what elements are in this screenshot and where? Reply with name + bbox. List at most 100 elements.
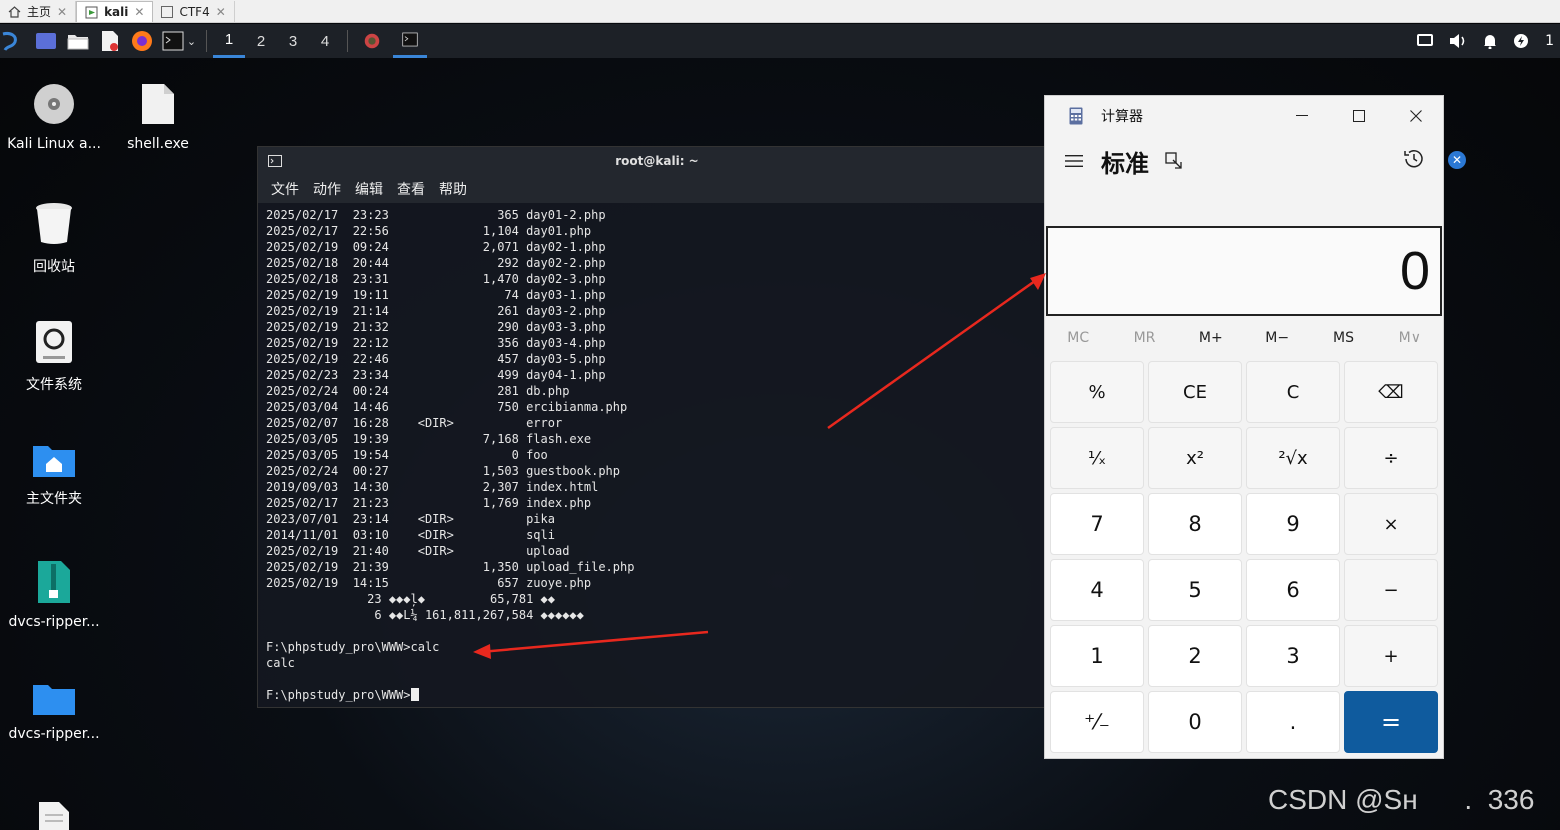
desktop-icon-dvcs-archive[interactable]: dvcs-ripper... [0, 560, 108, 630]
divide-key[interactable]: ÷ [1344, 427, 1438, 489]
clear-entry-key[interactable]: CE [1148, 361, 1242, 423]
memory-button-m2[interactable]: M+ [1178, 322, 1244, 354]
equals-key[interactable]: = [1344, 691, 1438, 753]
menu-edit[interactable]: 编辑 [355, 179, 383, 199]
desktop-icon-home-folder[interactable]: 主文件夹 [0, 442, 108, 508]
desktop-icon-dvcs-folder[interactable]: dvcs-ripper... [0, 682, 108, 742]
digit-6-key[interactable]: 6 [1246, 559, 1340, 621]
firefox-button[interactable] [129, 27, 155, 55]
power-icon[interactable] [1513, 33, 1529, 49]
minimize-icon [1295, 115, 1308, 116]
workspace-2[interactable]: 2 [245, 24, 277, 58]
terminal-title: root@kali: ~ [615, 154, 699, 168]
square-key[interactable]: x² [1148, 427, 1242, 489]
desktop-icon [36, 33, 56, 49]
history-icon[interactable] [1403, 148, 1425, 170]
digit-9-key[interactable]: 9 [1246, 493, 1340, 555]
memory-button-mc0[interactable]: MC [1045, 322, 1111, 354]
workspace-3[interactable]: 3 [277, 24, 309, 58]
maximize-button[interactable] [1330, 96, 1387, 136]
digit-2-key[interactable]: 2 [1148, 625, 1242, 687]
tray-number: 1 [1545, 33, 1554, 49]
calculator-window[interactable]: 计算器 标准 0 MC MR M+ M− MS M∨ % CE C ⌫ ¹⁄ₓ x² ²√x ÷ 7 8 9 ×… [1044, 95, 1444, 759]
hamburger-menu-icon[interactable] [1065, 154, 1083, 168]
terminal-titlebar[interactable]: root@kali: ~ [258, 147, 1056, 175]
desktop-icon-shell-exe[interactable]: shell.exe [104, 82, 212, 152]
terminal-window[interactable]: root@kali: ~ 文件 动作 编辑 查看 帮助 2025/02/17 2… [257, 146, 1057, 708]
subtract-key[interactable]: − [1344, 559, 1438, 621]
chevron-down-icon[interactable]: ⌄ [187, 35, 196, 48]
show-desktop-button[interactable] [33, 27, 59, 55]
firefox-icon [132, 31, 152, 51]
digit-4-key[interactable]: 4 [1050, 559, 1144, 621]
desktop-icon-kali-linux[interactable]: Kali Linux a... [0, 82, 108, 152]
close-icon[interactable]: ✕ [1448, 151, 1466, 169]
close-icon [1409, 110, 1422, 122]
close-icon[interactable]: ✕ [134, 5, 144, 19]
terminal-line: 2025/02/19 21:32 290 day03-3.php [266, 320, 606, 334]
percent-key[interactable]: % [1050, 361, 1144, 423]
digit-5-key[interactable]: 5 [1148, 559, 1242, 621]
close-icon[interactable]: ✕ [57, 5, 67, 19]
workspace-4[interactable]: 4 [309, 24, 341, 58]
taskbar-firefox[interactable] [357, 27, 387, 55]
menu-view[interactable]: 查看 [397, 179, 425, 199]
terminal-line: 2014/11/01 03:10 <DIR> sqli [266, 528, 555, 542]
calculator-titlebar[interactable]: 计算器 [1045, 96, 1443, 136]
kali-menu-button[interactable] [0, 27, 22, 55]
vm-tab-kali[interactable]: kali ✕ [76, 1, 154, 22]
digit-8-key[interactable]: 8 [1148, 493, 1242, 555]
terminal-menubar: 文件 动作 编辑 查看 帮助 [258, 175, 1056, 203]
terminal-line: 2025/02/18 23:31 1,470 day02-3.php [266, 272, 606, 286]
keep-on-top-icon[interactable] [1165, 152, 1183, 170]
clear-key[interactable]: C [1246, 361, 1340, 423]
decimal-key[interactable]: . [1246, 691, 1340, 753]
notification-bell-icon[interactable] [1483, 33, 1497, 49]
vm-icon [161, 5, 174, 18]
digit-0-key[interactable]: 0 [1148, 691, 1242, 753]
desktop-icon-document[interactable] [0, 800, 108, 830]
digit-7-key[interactable]: 7 [1050, 493, 1144, 555]
desktop-icon-label: 回收站 [33, 259, 75, 275]
terminal-prompt-line[interactable]: F:\phpstudy_pro\WWW> [266, 687, 1056, 703]
terminal-line: 2025/02/19 14:15 657 zuoye.php [266, 576, 592, 590]
vm-icon [85, 6, 98, 18]
menu-file[interactable]: 文件 [271, 179, 299, 199]
memory-button-ms4[interactable]: MS [1310, 322, 1376, 354]
terminal-icon [402, 32, 418, 47]
terminal-output[interactable]: 2025/02/17 23:23 365 day01-2.php 2025/02/… [258, 203, 1056, 703]
terminal-button[interactable]: ⌄ [161, 27, 197, 55]
volume-icon[interactable] [1449, 33, 1467, 49]
memory-button-m5[interactable]: M∨ [1377, 322, 1443, 354]
terminal-line: 2025/02/19 09:24 2,071 day02-1.php [266, 240, 606, 254]
sqrt-key[interactable]: ²√x [1246, 427, 1340, 489]
terminal-line: 2025/03/05 19:39 7,168 flash.exe [266, 432, 592, 446]
reciprocal-key[interactable]: ¹⁄ₓ [1050, 427, 1144, 489]
calculator-icon [1069, 107, 1083, 125]
negate-key[interactable]: ⁺⁄₋ [1050, 691, 1144, 753]
backspace-key[interactable]: ⌫ [1344, 361, 1438, 423]
minimize-button[interactable] [1273, 96, 1330, 136]
digit-1-key[interactable]: 1 [1050, 625, 1144, 687]
display-icon[interactable] [1417, 34, 1434, 48]
terminal-line: 2025/02/23 23:34 499 day04-1.php [266, 368, 606, 382]
archive-icon [38, 561, 70, 603]
digit-3-key[interactable]: 3 [1246, 625, 1340, 687]
workspace-1[interactable]: 1 [213, 24, 245, 58]
vm-tab-home[interactable]: 主页 ✕ [0, 1, 77, 22]
desktop-icon-trash[interactable]: 回收站 [0, 200, 108, 276]
add-key[interactable]: + [1344, 625, 1438, 687]
top-panel: ⌄ 1 2 3 4 1 [0, 24, 1560, 58]
taskbar-terminal[interactable] [393, 24, 427, 58]
menu-actions[interactable]: 动作 [313, 179, 341, 199]
vm-tab-ctf4[interactable]: CTF4 ✕ [153, 1, 235, 22]
close-button[interactable] [1387, 96, 1444, 136]
text-editor-button[interactable] [97, 27, 123, 55]
multiply-key[interactable]: × [1344, 493, 1438, 555]
file-manager-button[interactable] [65, 27, 91, 55]
menu-help[interactable]: 帮助 [439, 179, 467, 199]
close-icon[interactable]: ✕ [216, 5, 226, 19]
memory-button-mr1[interactable]: MR [1111, 322, 1177, 354]
memory-button-m3[interactable]: M− [1244, 322, 1310, 354]
desktop-icon-filesystem[interactable]: 文件系统 [0, 320, 108, 394]
